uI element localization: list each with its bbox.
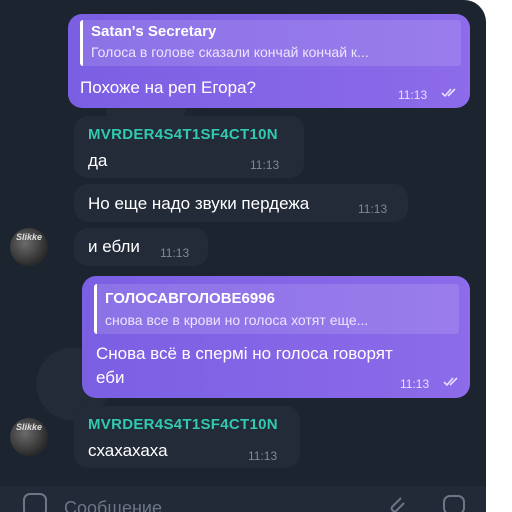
- message-text: Похоже на реп Егора?: [80, 78, 256, 97]
- reply-snippet: Голоса в голове сказали кончай кончай к.…: [91, 44, 369, 60]
- message-text-line2: еби: [96, 368, 125, 387]
- avatar[interactable]: Slikke: [10, 418, 48, 456]
- message-text: Но еще надо звуки пердежа: [88, 194, 310, 213]
- message-time: 11:13: [160, 246, 190, 260]
- reply-sender-name: ГОЛОСАВГОЛОВЕ6996: [105, 290, 275, 307]
- double-check-icon: [441, 88, 456, 98]
- message-text: и ебли: [88, 237, 140, 256]
- double-check-icon: [443, 377, 458, 387]
- reply-preview[interactable]: ГОЛОСАВГОЛОВЕ6996 снова все в крови но г…: [94, 284, 459, 334]
- attach-icon[interactable]: [384, 492, 408, 512]
- sender-name[interactable]: MVRDER4S4T1SF4CT10N: [88, 416, 278, 433]
- message-text: да: [88, 151, 108, 170]
- message-time: 11:13: [358, 202, 388, 216]
- sender-name[interactable]: MVRDER4S4T1SF4CT10N: [88, 126, 278, 143]
- outgoing-message[interactable]: Satan's Secretary Голоса в голове сказал…: [68, 14, 470, 108]
- message-text: Снова всё в спермi но голоса говорят: [96, 344, 393, 363]
- emoji-icon[interactable]: [22, 492, 48, 512]
- reply-preview[interactable]: Satan's Secretary Голоса в голове сказал…: [80, 20, 461, 66]
- message-time: 11:13: [398, 88, 428, 102]
- avatar-label: Slikke: [15, 422, 43, 432]
- message-time: 11:13: [250, 158, 280, 172]
- incoming-message[interactable]: MVRDER4S4T1SF4CT10N да 11:13: [74, 116, 304, 178]
- reply-sender-name: Satan's Secretary: [91, 23, 217, 40]
- outgoing-message[interactable]: ГОЛОСАВГОЛОВЕ6996 снова все в крови но г…: [82, 276, 470, 398]
- incoming-message[interactable]: и ебли 11:13: [74, 228, 208, 266]
- avatar-label: Slikke: [15, 232, 43, 242]
- message-time: 11:13: [400, 377, 430, 391]
- reply-snippet: снова все в крови но голоса хотят еще...: [105, 312, 369, 328]
- message-input[interactable]: Сообщение: [64, 498, 162, 512]
- chat-screen: Satan's Secretary Голоса в голове сказал…: [0, 0, 486, 512]
- camera-icon[interactable]: [442, 492, 466, 512]
- incoming-message[interactable]: Но еще надо звуки пердежа 11:13: [74, 184, 408, 222]
- incoming-message[interactable]: MVRDER4S4T1SF4CT10N схахахаха 11:13: [74, 406, 300, 468]
- message-text: схахахаха: [88, 441, 168, 460]
- avatar[interactable]: Slikke: [10, 228, 48, 266]
- message-time: 11:13: [248, 449, 278, 463]
